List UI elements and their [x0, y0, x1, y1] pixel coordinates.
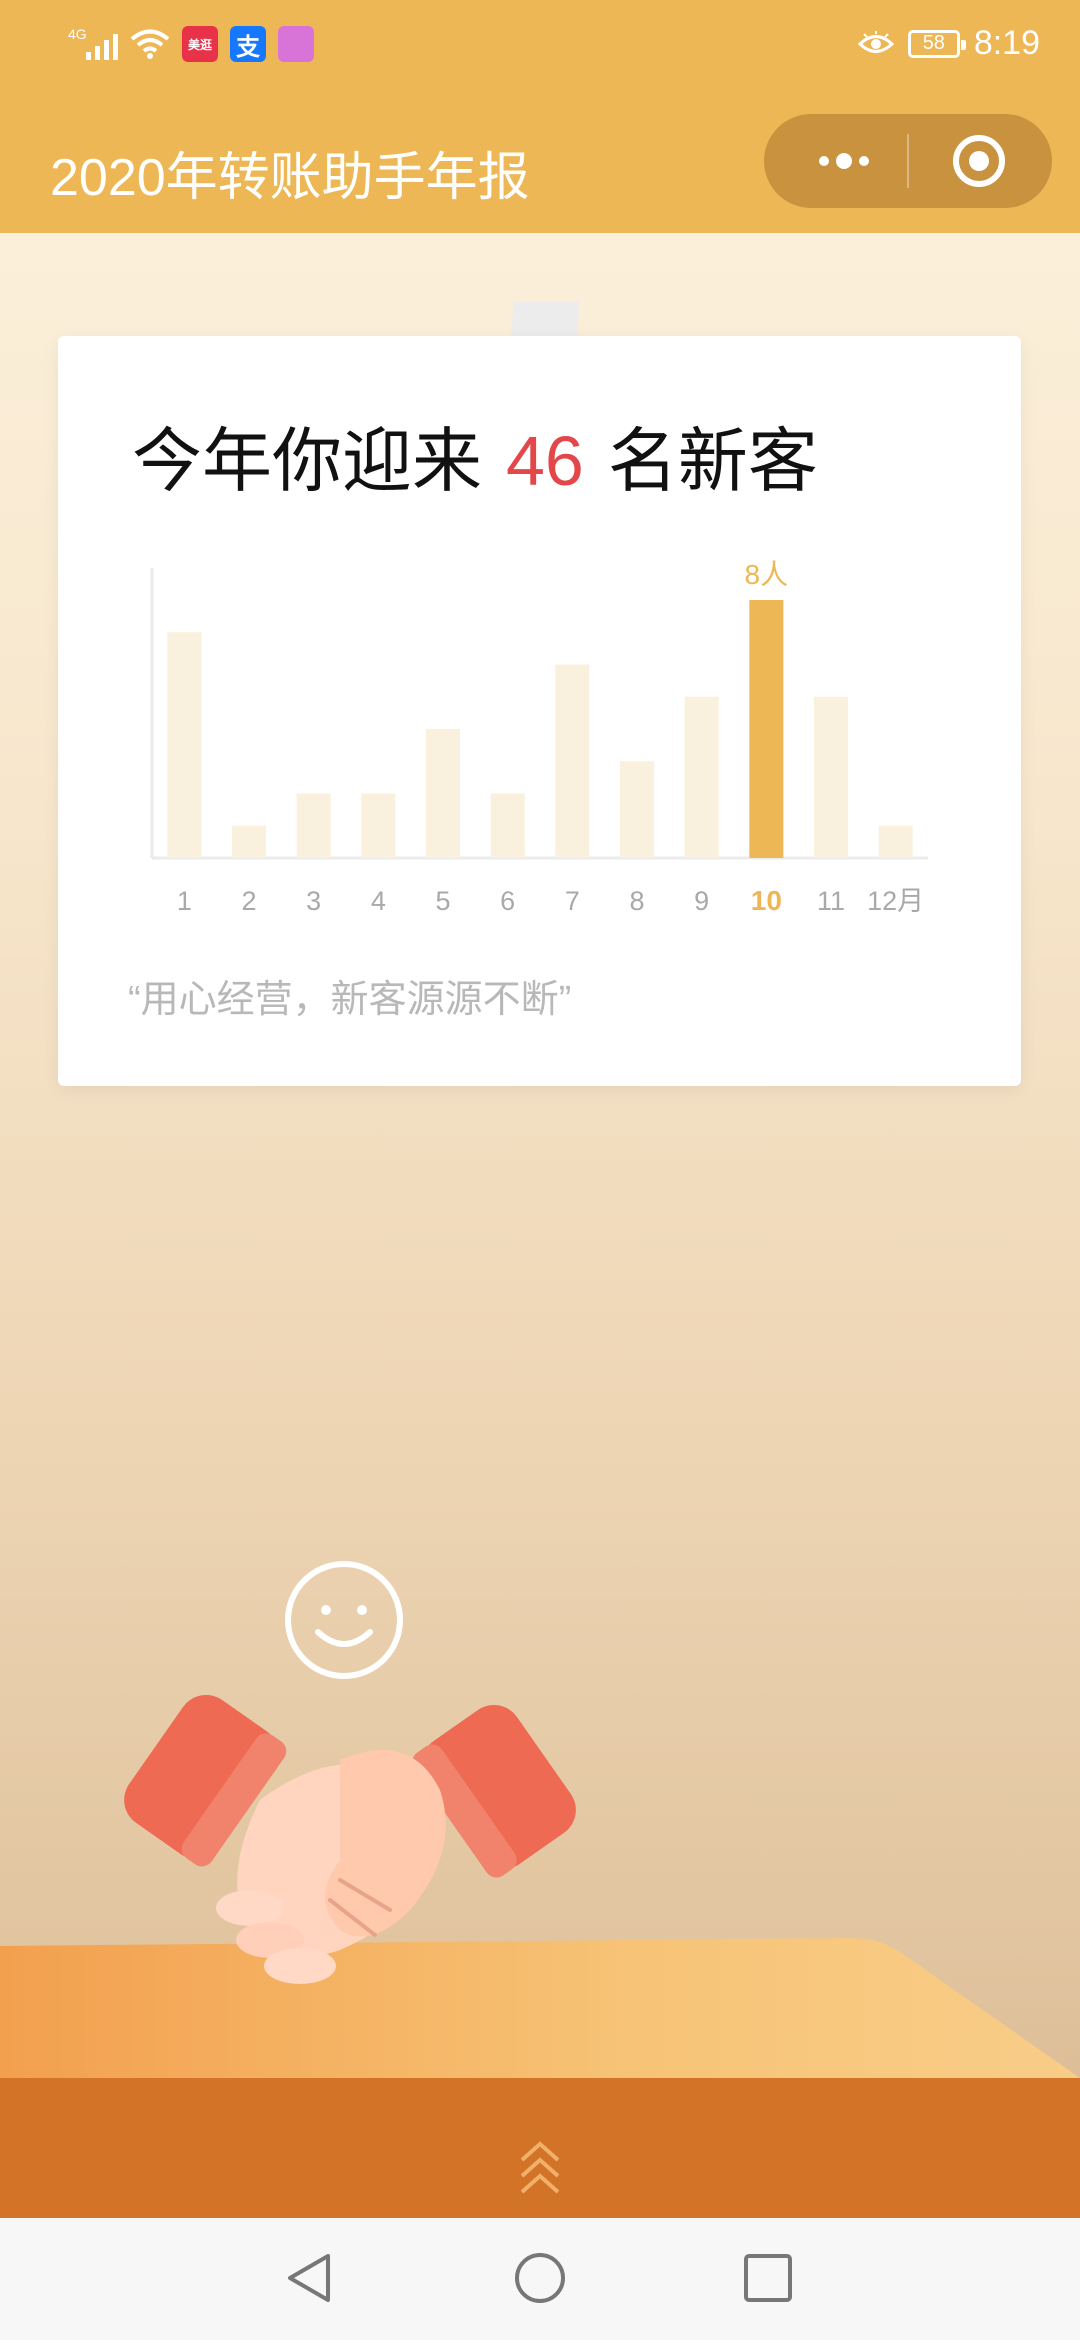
app-icon-label: 支	[236, 33, 260, 61]
headline-prefix: 今年你迎来	[132, 420, 482, 502]
chart-data-label: 8人	[745, 559, 789, 590]
chart-tick-label: 5	[435, 886, 450, 916]
monthly-new-customers-chart: 1 2 3 4 5 6 7 8 9 10 8人 11 12月	[150, 559, 928, 916]
status-bar: 4G 美逛 支 58 8:19	[0, 0, 1080, 92]
more-menu-icon[interactable]	[804, 132, 884, 190]
swipe-up-icon[interactable]	[516, 2138, 564, 2200]
clock: 8:19	[973, 24, 1040, 62]
chart-bar	[749, 600, 784, 858]
wifi-icon	[130, 29, 170, 59]
chart-bar	[620, 761, 654, 858]
tagline: “用心经营，新客源源不断”	[128, 979, 572, 1021]
mini-program-capsule	[764, 114, 1052, 208]
handshake-illustration	[124, 1694, 576, 1984]
back-icon[interactable]	[282, 2250, 338, 2306]
chart-tick-label: 10	[751, 885, 782, 916]
anime-app-icon	[278, 26, 314, 62]
chart-bar	[490, 793, 525, 858]
battery-icon: 58	[907, 29, 966, 58]
new-customer-count: 46	[506, 422, 584, 500]
chart-tick-label: 11	[817, 886, 845, 916]
capsule-divider	[907, 134, 909, 188]
headline-suffix: 名新客	[607, 420, 818, 502]
chart-tick-label: 9	[694, 886, 709, 916]
meiguang-app-icon: 美逛	[182, 26, 218, 62]
headline: 今年你迎来 46 名新客	[132, 405, 818, 506]
top-bar: 4G 美逛 支 58 8:19 2020年转账助手年报	[0, 0, 1080, 233]
app-icon-label: 美逛	[187, 37, 212, 52]
chart-bar	[555, 664, 590, 858]
alipay-app-icon: 支	[230, 26, 266, 62]
chart-bar	[296, 793, 331, 858]
chart-bar	[232, 825, 266, 858]
chart-bar	[167, 632, 202, 858]
chart-bar	[814, 696, 848, 858]
chart-bar	[426, 729, 460, 858]
home-icon[interactable]	[512, 2250, 568, 2306]
page-title: 2020年转账助手年报	[50, 149, 530, 207]
battery-level: 58	[922, 32, 945, 54]
system-nav-bar	[0, 2218, 1080, 2340]
chart-tick-label: 6	[500, 886, 515, 916]
chart-tick-label: 7	[565, 886, 580, 916]
cellular-signal-icon: 4G	[68, 26, 118, 62]
chart-tick-label: 4	[371, 886, 386, 916]
chart-tick-label: 8	[629, 886, 644, 916]
chart-bar	[361, 793, 396, 858]
recents-icon[interactable]	[740, 2250, 796, 2306]
close-mini-program-icon[interactable]	[950, 132, 1008, 190]
chart-tick-label: 12月	[867, 886, 924, 916]
eye-comfort-icon	[857, 30, 894, 53]
chart-tick-label: 1	[177, 886, 192, 916]
chart-tick-label: 3	[306, 886, 321, 916]
chart-bar	[878, 825, 913, 858]
chart-tick-label: 2	[241, 886, 256, 916]
chart-bar	[684, 696, 719, 858]
network-type: 4G	[68, 26, 87, 42]
